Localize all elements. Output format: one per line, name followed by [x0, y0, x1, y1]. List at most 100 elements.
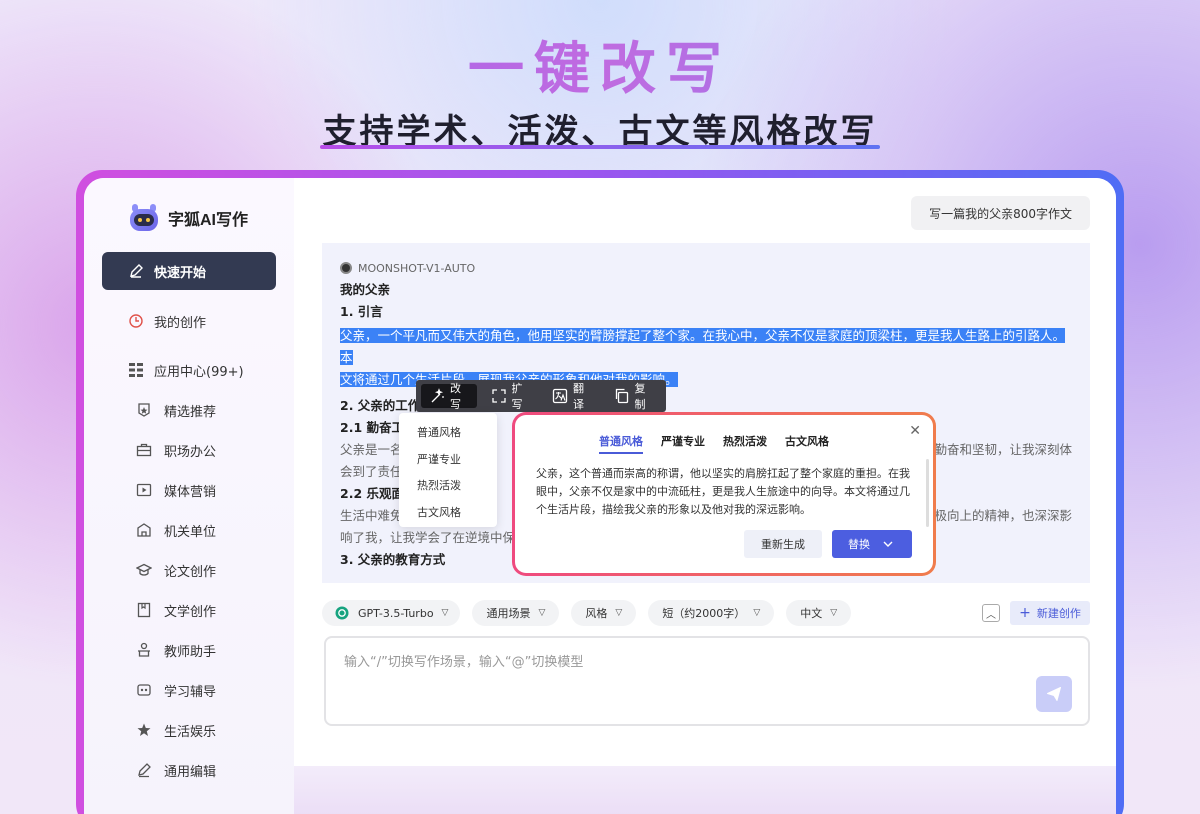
- translate-button[interactable]: 翻译: [544, 382, 600, 411]
- expand-icon: [491, 388, 507, 404]
- app-frame: 字狐AI写作 快速开始 我的创作 应用中心(99+) 精选推荐 职场办公 媒体营…: [76, 170, 1124, 814]
- nav-office[interactable]: 职场办公: [136, 440, 216, 460]
- paragraph-2-end: 勤奋和坚韧，让我深刻体: [934, 442, 1072, 457]
- close-icon[interactable]: ✕: [909, 423, 921, 439]
- star-badge-icon: [136, 402, 152, 418]
- paragraph-3-end: 极向上的精神，也深深影: [934, 508, 1072, 523]
- nav-literature-label: 文学创作: [164, 604, 217, 620]
- paragraph-3-start: 生活中难免: [340, 508, 403, 523]
- nav-my-creations[interactable]: 我的创作: [102, 302, 276, 340]
- book-icon: [136, 602, 152, 618]
- prompt-input-placeholder: 输入“/”切换写作场景，输入“@”切换模型: [344, 655, 584, 670]
- model-name: MOONSHOT-V1-AUTO: [358, 261, 476, 275]
- brand[interactable]: 字狐AI写作: [128, 203, 248, 233]
- app-window: 字狐AI写作 快速开始 我的创作 应用中心(99+) 精选推荐 职场办公 媒体营…: [84, 178, 1116, 814]
- send-icon: [1046, 686, 1062, 702]
- briefcase-icon: [136, 442, 152, 458]
- gpt-logo-icon: [334, 605, 350, 621]
- style-option-lively[interactable]: 热烈活泼: [399, 472, 497, 499]
- style-select-value: 风格: [585, 607, 608, 620]
- tab-professional-style[interactable]: 严谨专业: [661, 433, 705, 454]
- main-panel: 写一篇我的父亲800字作文 MOONSHOT-V1-AUTO 我的父亲 1. 引…: [294, 178, 1116, 814]
- nav-government-label: 机关单位: [164, 524, 217, 540]
- tab-lively-style[interactable]: 热烈活泼: [723, 433, 767, 454]
- chevron-down-icon: ▽: [753, 608, 761, 618]
- collapse-up-icon[interactable]: ︿: [982, 604, 1000, 622]
- nav-my-creations-label: 我的创作: [154, 315, 207, 331]
- regenerate-button[interactable]: 重新生成: [744, 530, 822, 558]
- tab-classical-style[interactable]: 古文风格: [785, 433, 829, 454]
- scene-select-value: 通用场景: [486, 607, 531, 620]
- style-option-professional[interactable]: 严谨专业: [399, 446, 497, 473]
- nav-government[interactable]: 机关单位: [136, 520, 216, 540]
- options-bar: GPT-3.5-Turbo ▽ 通用场景 ▽ 风格 ▽ 短（约2000字） ▽ …: [322, 600, 852, 626]
- new-creation-button[interactable]: + 新建创作: [1010, 601, 1090, 625]
- main-footer-area: [294, 766, 1116, 814]
- rewrite-popup: ✕ 普通风格 严谨专业 热烈活泼 古文风格 父亲，这个普通而崇高的称谓，他以坚实…: [512, 412, 936, 576]
- star-icon: [136, 722, 152, 738]
- grid-icon: [128, 362, 144, 378]
- tab-normal-style[interactable]: 普通风格: [599, 433, 643, 454]
- model-tag: MOONSHOT-V1-AUTO: [340, 257, 1072, 279]
- prompt-input[interactable]: 输入“/”切换写作场景，输入“@”切换模型: [324, 636, 1090, 726]
- rewrite-tabs: 普通风格 严谨专业 热烈活泼 古文风格: [599, 433, 829, 454]
- nav-general-edit[interactable]: 通用编辑: [136, 760, 216, 780]
- doc-title: 我的父亲: [340, 282, 391, 297]
- magic-wand-icon: [429, 388, 445, 404]
- chevron-down-icon: ▽: [441, 608, 449, 618]
- nav-study[interactable]: 学习辅导: [136, 680, 216, 700]
- prompt-chip[interactable]: 写一篇我的父亲800字作文: [911, 196, 1090, 230]
- rewrite-result-text: 父亲，这个普通而崇高的称谓，他以坚实的肩膀扛起了整个家庭的重担。在我眼中，父亲不…: [536, 467, 910, 516]
- copy-button[interactable]: 复制: [606, 382, 662, 411]
- scene-select[interactable]: 通用场景 ▽: [472, 600, 560, 626]
- nav-lifestyle-label: 生活娱乐: [164, 724, 217, 740]
- style-option-classical[interactable]: 古文风格: [399, 499, 497, 526]
- length-select[interactable]: 短（约2000字） ▽: [648, 600, 775, 626]
- language-select-value: 中文: [800, 607, 823, 620]
- sidebar: 字狐AI写作 快速开始 我的创作 应用中心(99+) 精选推荐 职场办公 媒体营…: [84, 178, 294, 814]
- section-intro: 1. 引言: [340, 304, 383, 319]
- chevron-down-icon[interactable]: [880, 536, 896, 552]
- model-logo-icon: [340, 262, 352, 274]
- media-icon: [136, 482, 152, 498]
- nav-app-center-label: 应用中心(99+): [154, 364, 244, 380]
- nav-featured[interactable]: 精选推荐: [136, 400, 216, 420]
- chevron-down-icon: ▽: [538, 608, 546, 618]
- expand-button[interactable]: 扩写: [483, 382, 539, 411]
- rewrite-label: 改写: [450, 382, 461, 411]
- rewrite-button[interactable]: 改写: [421, 382, 477, 411]
- translate-icon: [552, 388, 568, 404]
- plus-icon: +: [1019, 605, 1031, 621]
- nav-lifestyle[interactable]: 生活娱乐: [136, 720, 216, 740]
- clock-icon: [128, 313, 144, 329]
- teacher-icon: [136, 642, 152, 658]
- expand-label: 扩写: [511, 382, 523, 411]
- send-button[interactable]: [1036, 676, 1072, 712]
- study-icon: [136, 682, 152, 698]
- selected-line-1: 父亲，一个平凡而又伟大的角色，他用坚实的臂膀撑起了整个家。在我心中，父亲不仅是家…: [340, 328, 1066, 365]
- rewrite-scrollbar[interactable]: [926, 459, 929, 527]
- nav-literature[interactable]: 文学创作: [136, 600, 216, 620]
- style-select[interactable]: 风格 ▽: [571, 600, 637, 626]
- nav-general-edit-label: 通用编辑: [164, 764, 217, 780]
- length-select-value: 短（约2000字）: [662, 607, 746, 620]
- nav-teacher[interactable]: 教师助手: [136, 640, 216, 660]
- nav-quick-start-label: 快速开始: [154, 265, 207, 281]
- translate-label: 翻译: [573, 382, 584, 411]
- language-select[interactable]: 中文 ▽: [786, 600, 852, 626]
- nav-thesis[interactable]: 论文创作: [136, 560, 216, 580]
- paragraph-2-start: 父亲是一名: [340, 442, 403, 457]
- copy-icon: [614, 388, 630, 404]
- edit-icon: [136, 762, 152, 778]
- chevron-down-icon: ▽: [830, 608, 838, 618]
- fox-robot-logo-icon: [128, 203, 160, 233]
- model-select[interactable]: GPT-3.5-Turbo ▽: [322, 600, 461, 626]
- style-option-normal[interactable]: 普通风格: [399, 419, 497, 446]
- nav-teacher-label: 教师助手: [164, 644, 217, 660]
- nav-thesis-label: 论文创作: [164, 564, 217, 580]
- subtitle-underline: [320, 145, 880, 149]
- replace-button[interactable]: 替换: [832, 530, 912, 558]
- nav-quick-start[interactable]: 快速开始: [102, 252, 276, 290]
- nav-media[interactable]: 媒体营销: [136, 480, 216, 500]
- nav-app-center[interactable]: 应用中心(99+): [102, 351, 276, 389]
